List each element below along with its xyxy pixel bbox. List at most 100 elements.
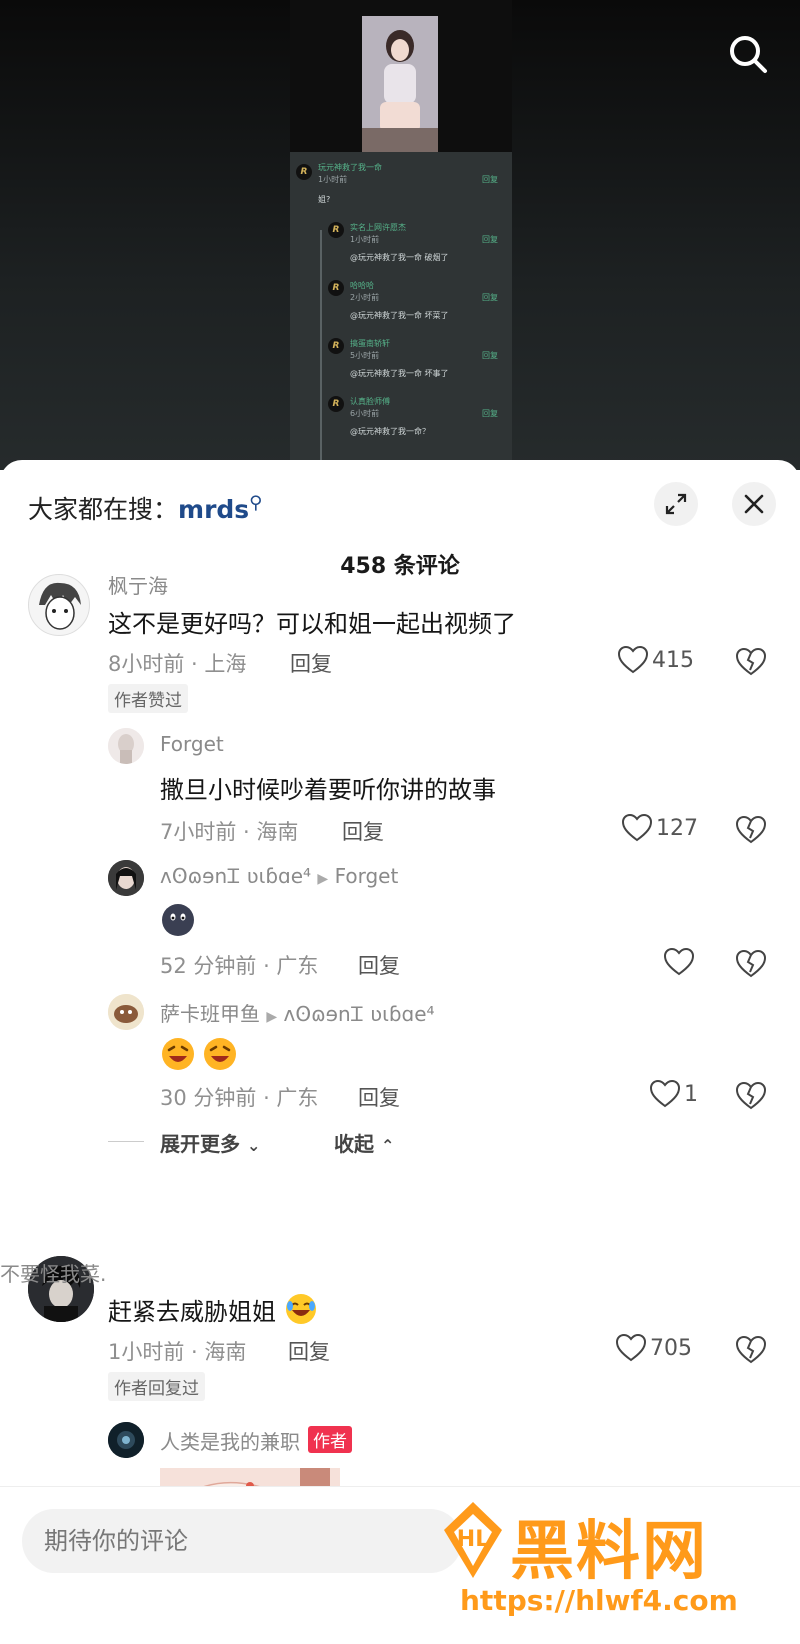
author-badge: 作者 bbox=[308, 1426, 352, 1453]
reply-username[interactable]: 萨卡班甲鱼 bbox=[160, 1002, 260, 1026]
reply-meta: 30 分钟前 · 广东 bbox=[160, 1086, 319, 1110]
comment-text-row: 赶紧去威胁姐姐 bbox=[108, 1292, 318, 1327]
heart-icon bbox=[616, 1334, 646, 1362]
watermark-url: https://hlwf4.com bbox=[460, 1584, 738, 1617]
broken-heart-icon[interactable] bbox=[735, 647, 767, 678]
hot-search-keyword[interactable]: mrds bbox=[178, 495, 249, 524]
reply-header: ᴧʘɷɘnᏆ ʋɩɓɑe⁴ ▶ Forget bbox=[160, 864, 398, 888]
avatar[interactable] bbox=[108, 994, 144, 1030]
hot-search-bar[interactable]: 大家都在搜：mrds⚲ bbox=[28, 490, 262, 526]
like-button[interactable]: 415 bbox=[618, 646, 694, 674]
thumb-avatar: R bbox=[296, 164, 312, 180]
reply-button[interactable]: 回复 bbox=[358, 950, 400, 980]
avatar[interactable] bbox=[28, 574, 90, 636]
collapse-label: 收起 bbox=[334, 1132, 374, 1156]
video-comment-overlay: R 玩元神救了我一命 1小时前 姐? 回复 R 实名上网许愿杰 1小时前 @玩元… bbox=[290, 152, 512, 470]
reply-username[interactable]: ᴧʘɷɘnᏆ ʋɩɓɑe⁴ bbox=[160, 864, 311, 888]
reply-button[interactable]: 回复 bbox=[288, 1336, 330, 1366]
comment-meta: 8小时前 · 上海 bbox=[108, 652, 247, 676]
reply-username[interactable]: Forget bbox=[160, 732, 224, 756]
watermark: HL 黑料网 https://hlwf4.com bbox=[440, 1500, 780, 1630]
video-frame: R 玩元神救了我一命 1小时前 姐? 回复 R 实名上网许愿杰 1小时前 @玩元… bbox=[290, 0, 512, 470]
thumb-reply: 回复 bbox=[482, 409, 498, 418]
avatar[interactable] bbox=[108, 1422, 144, 1458]
author-replied-tag: 作者回复过 bbox=[108, 1372, 205, 1401]
reply-arrow-icon: ▶ bbox=[266, 1009, 278, 1025]
collapse-button[interactable]: 收起 ⌃ bbox=[334, 1128, 394, 1157]
comment-text: 这不是更好吗？可以和姐一起出视频了 bbox=[108, 610, 516, 638]
comment-username[interactable]: 不要怪我菜. bbox=[0, 1258, 106, 1287]
reply-button[interactable]: 回复 bbox=[358, 1082, 400, 1112]
reply-meta: 7小时前 · 海南 bbox=[160, 820, 299, 844]
thumb-time: 1小时前 bbox=[350, 235, 380, 244]
thumb-body: @玩元神救了我一命 破烟了 bbox=[350, 253, 449, 262]
thumb-reply: 回复 bbox=[482, 351, 498, 360]
avatar[interactable] bbox=[108, 860, 144, 896]
thumb-username: 实名上网许愿杰 bbox=[350, 223, 406, 232]
reply-header: 人类是我的兼职 作者 bbox=[160, 1426, 352, 1455]
reply-text: 撒旦小时候吵着要听你讲的故事 bbox=[160, 776, 496, 804]
like-button[interactable]: 705 bbox=[616, 1334, 692, 1362]
heart-icon bbox=[618, 646, 648, 674]
thumb-time: 2小时前 bbox=[350, 293, 380, 302]
reply-username[interactable]: 人类是我的兼职 bbox=[160, 1430, 300, 1454]
search-small-icon: ⚲ bbox=[249, 492, 263, 514]
broken-heart-icon[interactable] bbox=[735, 815, 767, 846]
svg-text:HL: HL bbox=[457, 1527, 489, 1552]
divider bbox=[108, 1141, 144, 1142]
thumb-avatar: R bbox=[328, 396, 344, 412]
thumb-username: 认真脸师傅 bbox=[350, 397, 390, 406]
thumb-time: 1小时前 bbox=[318, 175, 348, 184]
chevron-up-icon: ⌃ bbox=[380, 1136, 395, 1155]
thumb-reply: 回复 bbox=[482, 175, 498, 184]
author-liked-tag: 作者赞过 bbox=[108, 684, 188, 713]
like-count: 415 bbox=[652, 647, 694, 673]
thumb-body: @玩元神救了我一命？ bbox=[350, 427, 430, 436]
comment-input[interactable]: 期待你的评论 bbox=[22, 1509, 462, 1573]
like-count: 705 bbox=[650, 1335, 692, 1361]
reply-to-username[interactable]: ᴧʘɷɘnᏆ ʋɩɓɑe⁴ bbox=[284, 1002, 435, 1026]
thumb-username: 哈哈哈 bbox=[350, 281, 374, 290]
thumb-avatar: R bbox=[328, 338, 344, 354]
thumb-time: 6小时前 bbox=[350, 409, 380, 418]
like-button[interactable]: 1 bbox=[650, 1080, 698, 1108]
like-button[interactable]: 127 bbox=[622, 814, 698, 842]
laughing-emoji-icon bbox=[285, 1294, 316, 1324]
thumb-reply: 回复 bbox=[482, 293, 498, 302]
avatar[interactable] bbox=[108, 728, 144, 764]
thumb-username: 搞蛋南轿轩 bbox=[350, 339, 390, 348]
reply-emoji bbox=[160, 1036, 238, 1072]
close-icon[interactable] bbox=[732, 482, 776, 526]
watermark-title: 黑料网 bbox=[510, 1515, 708, 1589]
thumb-avatar: R bbox=[328, 222, 344, 238]
broken-heart-icon[interactable] bbox=[735, 949, 767, 980]
expand-more-button[interactable]: 展开更多 ⌄ bbox=[160, 1128, 260, 1157]
broken-heart-icon[interactable] bbox=[735, 1335, 767, 1366]
video-thumbnail bbox=[362, 16, 438, 152]
reply-header: 萨卡班甲鱼 ▶ ᴧʘɷɘnᏆ ʋɩɓɑe⁴ bbox=[160, 998, 435, 1027]
heart-icon bbox=[664, 948, 694, 976]
search-icon[interactable] bbox=[726, 32, 770, 76]
reply-arrow-icon: ▶ bbox=[317, 871, 329, 887]
thumb-body: @玩元神救了我一命 坏事了 bbox=[350, 369, 449, 378]
fullscreen-icon[interactable] bbox=[654, 482, 698, 526]
comment-username[interactable]: 枫亍海 bbox=[108, 570, 168, 599]
thumb-body: @玩元神救了我一命 坏菜了 bbox=[350, 311, 449, 320]
thumb-reply: 回复 bbox=[482, 235, 498, 244]
comment-text: 赶紧去威胁姐姐 bbox=[108, 1298, 276, 1326]
chevron-down-icon: ⌄ bbox=[246, 1136, 261, 1155]
reply-button[interactable]: 回复 bbox=[290, 648, 332, 678]
video-player[interactable]: R 玩元神救了我一命 1小时前 姐? 回复 R 实名上网许愿杰 1小时前 @玩元… bbox=[0, 0, 800, 470]
thread-line bbox=[320, 230, 322, 460]
watermark-logo: HL bbox=[440, 1500, 506, 1584]
reply-to-username[interactable]: Forget bbox=[335, 864, 399, 888]
reply-emoji bbox=[160, 902, 196, 942]
like-count: 1 bbox=[684, 1081, 698, 1107]
like-button[interactable] bbox=[664, 948, 698, 976]
reply-meta: 52 分钟前 · 广东 bbox=[160, 954, 319, 978]
comment-meta: 1小时前 · 海南 bbox=[108, 1340, 247, 1364]
like-count: 127 bbox=[656, 815, 698, 841]
reply-button[interactable]: 回复 bbox=[342, 816, 384, 846]
thumb-time: 5小时前 bbox=[350, 351, 380, 360]
broken-heart-icon[interactable] bbox=[735, 1081, 767, 1112]
